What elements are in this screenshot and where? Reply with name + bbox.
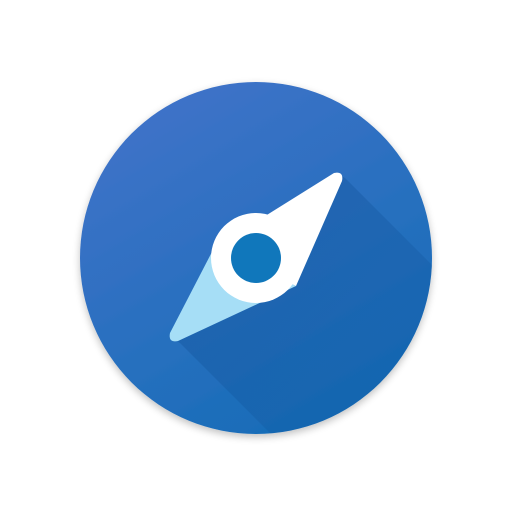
compass-icon[interactable] [0,0,512,512]
needle-hub-center [231,233,281,283]
app-icon-canvas [0,0,512,512]
